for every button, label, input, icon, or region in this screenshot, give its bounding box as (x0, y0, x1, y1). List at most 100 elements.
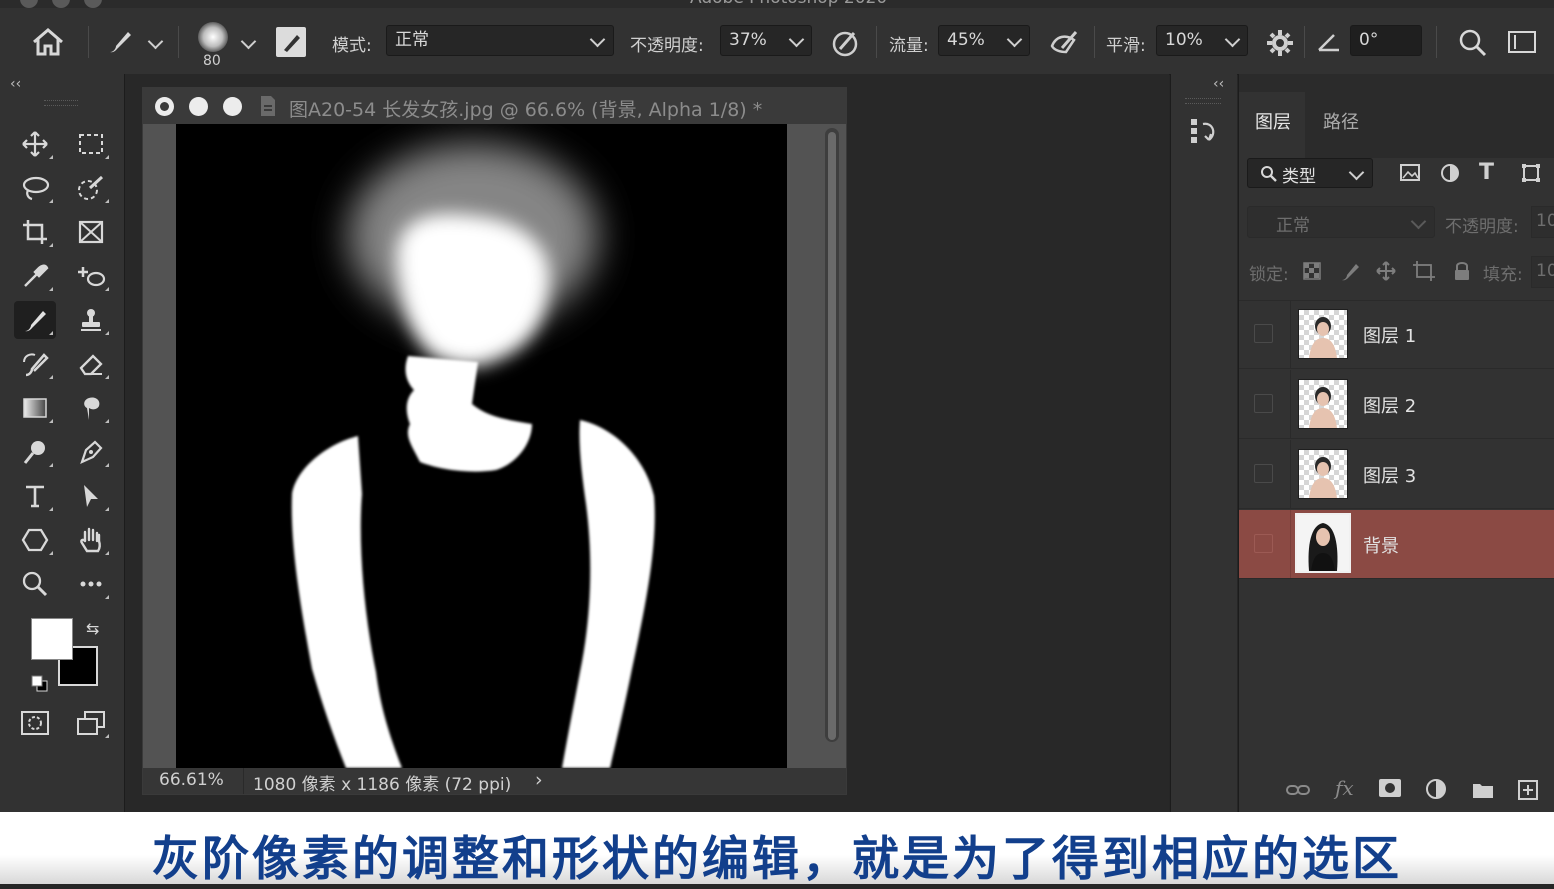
path-selection-tool-icon[interactable] (70, 477, 112, 515)
layer-name[interactable]: 图层 3 (1363, 462, 1416, 488)
search-icon[interactable] (1458, 28, 1488, 58)
neck-mask-shape (405, 356, 532, 472)
blend-mode-dropdown[interactable]: 正常 (1247, 206, 1435, 238)
panel-grip[interactable] (44, 100, 78, 106)
move-tool-icon[interactable] (14, 125, 56, 163)
flow-value: 45% (947, 30, 985, 50)
quick-mask-icon[interactable] (14, 704, 56, 742)
zoom-level[interactable]: 66.61% (159, 770, 224, 790)
close-document-button[interactable] (155, 97, 174, 116)
link-layers-icon[interactable] (1285, 780, 1311, 800)
minimize-document-button[interactable] (189, 97, 208, 116)
tab-layers[interactable]: 图层 (1255, 108, 1291, 134)
home-icon[interactable] (30, 26, 66, 58)
lock-artboard-icon[interactable] (1412, 260, 1436, 282)
layer-opacity-field[interactable]: 10 (1531, 206, 1554, 238)
history-panel-icon[interactable] (1189, 116, 1219, 148)
opacity-field[interactable]: 37% (720, 25, 812, 56)
filter-shape-layers-icon[interactable] (1520, 162, 1542, 184)
layer-visibility-toggle[interactable] (1254, 464, 1273, 483)
alpha-channel-canvas[interactable] (176, 124, 787, 768)
layer-row[interactable]: 图层 3 (1239, 440, 1554, 509)
add-mask-icon[interactable] (1379, 779, 1401, 797)
marquee-tool-icon[interactable] (70, 125, 112, 163)
type-tool-icon[interactable] (14, 477, 56, 515)
panel-grip[interactable] (1185, 98, 1221, 104)
lock-position-icon[interactable] (1375, 260, 1397, 282)
lock-all-icon[interactable] (1452, 260, 1472, 282)
healing-brush-tool-icon[interactable] (70, 257, 112, 295)
layer-visibility-toggle[interactable] (1254, 534, 1273, 553)
smoothing-field[interactable]: 10% (1156, 25, 1248, 56)
more-tools-icon[interactable] (70, 565, 112, 603)
workspace-layout-icon[interactable] (1508, 31, 1536, 53)
brush-settings-panel-icon[interactable] (276, 27, 306, 57)
airbrush-icon[interactable] (1046, 26, 1082, 58)
gradient-tool-icon[interactable] (14, 389, 56, 427)
eraser-tool-icon[interactable] (70, 345, 112, 383)
document-title: 图A20-54 长发女孩.jpg @ 66.6% (背景, Alpha 1/8)… (289, 99, 763, 121)
chevron-down-icon[interactable] (240, 33, 257, 50)
shape-tool-icon[interactable] (14, 521, 56, 559)
swap-colors-icon[interactable]: ⇆ (86, 619, 99, 638)
layer-name[interactable]: 图层 1 (1363, 322, 1416, 348)
lock-image-pixels-icon[interactable] (1339, 260, 1361, 282)
lock-transparent-pixels-icon[interactable] (1303, 262, 1321, 280)
quick-selection-tool-icon[interactable] (70, 169, 112, 207)
zoom-tool-icon[interactable] (14, 565, 56, 603)
layer-filter-dropdown[interactable]: 类型 (1247, 158, 1373, 188)
screen-mode-icon[interactable] (70, 704, 112, 742)
brush-tip-preview-icon[interactable] (198, 22, 228, 52)
maximize-document-button[interactable] (223, 97, 242, 116)
close-window-button[interactable] (20, 0, 38, 8)
clone-stamp-tool-icon[interactable] (70, 301, 112, 339)
layer-row[interactable]: 图层 2 (1239, 370, 1554, 439)
head-mask-shape (396, 213, 550, 367)
zoom-window-button[interactable] (84, 0, 102, 8)
new-group-folder-icon[interactable] (1471, 780, 1495, 800)
layer-name[interactable]: 图层 2 (1363, 392, 1416, 418)
tab-paths[interactable]: 路径 (1323, 108, 1359, 134)
new-layer-icon[interactable] (1517, 779, 1539, 801)
angle-field[interactable]: 0° (1350, 25, 1422, 56)
document-tab[interactable]: 图A20-54 长发女孩.jpg @ 66.6% (背景, Alpha 1/8)… (143, 88, 846, 124)
vertical-scrollbar[interactable] (825, 128, 839, 742)
flow-field[interactable]: 45% (938, 25, 1030, 56)
dodge-tool-icon[interactable] (14, 433, 56, 471)
filter-type-layers-icon[interactable]: T (1479, 160, 1494, 185)
default-colors-icon[interactable] (30, 674, 50, 694)
brush-tool-icon[interactable] (14, 301, 56, 339)
layer-row[interactable]: 图层 1 (1239, 300, 1554, 369)
subtitle-text: 灰阶像素的调整和形状的编辑，就是为了得到相应的选区 (152, 832, 1402, 887)
minimize-window-button[interactable] (52, 0, 70, 8)
hand-tool-icon[interactable] (70, 521, 112, 559)
pressure-opacity-icon[interactable] (830, 27, 862, 59)
layer-row-selected[interactable]: 背景 (1239, 510, 1554, 579)
filter-adjustment-layers-icon[interactable] (1439, 162, 1461, 184)
layer-effects-icon[interactable]: fx (1335, 776, 1354, 800)
chevron-down-icon[interactable] (147, 33, 164, 50)
status-menu-arrow[interactable]: › (535, 769, 543, 791)
new-adjustment-layer-icon[interactable] (1425, 778, 1449, 802)
crop-tool-icon[interactable] (14, 213, 56, 251)
eyedropper-tool-icon[interactable] (14, 257, 56, 295)
fill-field[interactable]: 10 (1531, 256, 1554, 288)
frame-tool-icon[interactable] (70, 213, 112, 251)
filter-pixel-layers-icon[interactable] (1399, 162, 1421, 184)
layer-visibility-toggle[interactable] (1254, 394, 1273, 413)
layer-name[interactable]: 背景 (1363, 532, 1399, 558)
mode-dropdown[interactable]: 正常 (386, 25, 614, 56)
opacity-value: 37% (729, 30, 767, 50)
layer-visibility-toggle[interactable] (1254, 324, 1273, 343)
expand-panel-icon[interactable]: ‹‹ (1213, 76, 1224, 92)
smudge-tool-icon[interactable] (70, 389, 112, 427)
pen-tool-icon[interactable] (70, 433, 112, 471)
layer-opacity-label: 不透明度: (1445, 217, 1519, 237)
history-brush-tool-icon[interactable] (14, 345, 56, 383)
collapse-panel-icon[interactable]: ‹‹ (10, 76, 21, 92)
gear-icon[interactable] (1264, 27, 1296, 59)
canvas-pasteboard[interactable] (143, 124, 846, 768)
foreground-color-swatch[interactable] (31, 618, 73, 660)
lasso-tool-icon[interactable] (14, 169, 56, 207)
brush-preset-icon[interactable] (104, 26, 136, 58)
